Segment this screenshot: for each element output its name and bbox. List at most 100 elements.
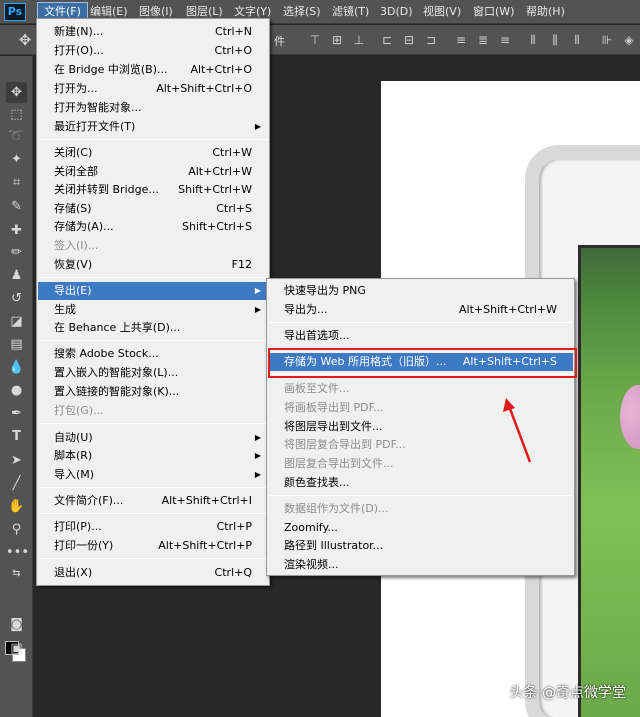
distribute-vcenter-icon[interactable]: ≣ <box>476 33 490 47</box>
menu-separator <box>39 487 268 488</box>
healing-brush-icon[interactable]: ✚ <box>6 220 27 241</box>
gradient-icon[interactable]: ▤ <box>6 334 27 355</box>
tools-panel: ✥ ⬚ ➰ ✦ ⌗ ✎ ✚ ✏ ♟ ↺ ◪ ▤ 💧 ● ✒ T ➤ ╱ ✋ ⚲ … <box>0 56 33 717</box>
eyedropper-icon[interactable]: ✎ <box>6 196 27 217</box>
distribute-top-icon[interactable]: ≡ <box>454 33 468 47</box>
submenu-item-data-sets-as-files[interactable]: 数据组作为文件(D)... <box>268 500 573 518</box>
menu-item-close-go-bridge[interactable]: 关闭并转到 Bridge... Shift+Ctrl+W <box>38 181 268 199</box>
menu-item-place-linked[interactable]: 置入链接的智能对象(K)... <box>38 383 268 401</box>
submenu-item-paths-to-illustrator[interactable]: 路径到 Illustrator... <box>268 537 573 555</box>
more-tools-icon[interactable]: ••• <box>6 542 29 563</box>
distribute-hcenter-icon[interactable]: ⫼ <box>548 33 562 47</box>
menu-item-search-stock[interactable]: 搜索 Adobe Stock... <box>38 345 268 363</box>
pen-tool-icon[interactable]: ✒ <box>6 403 27 424</box>
lasso-tool-icon[interactable]: ➰ <box>6 126 27 147</box>
menu-item-exit[interactable]: 退出(X) Ctrl+Q <box>38 564 268 582</box>
menu-item-scripts[interactable]: 脚本(R) ▶ <box>38 447 268 465</box>
clone-stamp-icon[interactable]: ♟ <box>6 265 27 286</box>
annotation-arrow-icon <box>503 398 532 463</box>
menu-item-new[interactable]: 新建(N)... Ctrl+N <box>38 23 268 41</box>
menu-item-recent-files[interactable]: 最近打开文件(T) ▶ <box>38 118 268 136</box>
auto-align-icon[interactable]: ⊪ <box>600 33 614 47</box>
menu-filter[interactable]: 滤镜(T) <box>326 2 375 22</box>
submenu-arrow-icon: ▶ <box>254 470 261 479</box>
blur-tool-icon[interactable]: 💧 <box>6 357 27 378</box>
watermark-text: 头条 @奇点微学堂 <box>509 685 626 701</box>
menu-3d[interactable]: 3D(D) <box>374 2 419 22</box>
submenu-arrow-icon: ▶ <box>254 122 261 131</box>
submenu-item-export-as[interactable]: 导出为... Alt+Shift+Ctrl+W <box>268 301 573 319</box>
align-hcenter-icon[interactable]: ⊟ <box>402 33 416 47</box>
crop-tool-icon[interactable]: ⌗ <box>6 172 27 193</box>
file-menu-dropdown: 新建(N)... Ctrl+N 打开(O)... Ctrl+O 在 Bridge 中… <box>36 18 270 586</box>
eraser-icon[interactable]: ◪ <box>6 311 27 332</box>
align-top-icon[interactable]: ⊤ <box>308 33 322 47</box>
annotation-highlight-box <box>268 348 577 378</box>
menu-window[interactable]: 窗口(W) <box>467 2 520 22</box>
type-tool-icon[interactable]: T <box>6 426 27 447</box>
menu-item-open[interactable]: 打开(O)... Ctrl+O <box>38 42 268 60</box>
menu-view[interactable]: 视图(V) <box>417 2 467 22</box>
menu-item-save[interactable]: 存储(S) Ctrl+S <box>38 200 268 218</box>
submenu-item-zoomify[interactable]: Zoomify... <box>268 519 573 537</box>
menu-item-package[interactable]: 打包(G)... <box>38 402 268 420</box>
menu-item-export[interactable]: 导出(E) ▶ <box>38 282 268 300</box>
brush-tool-icon[interactable]: ✏ <box>6 242 27 263</box>
history-brush-icon[interactable]: ↺ <box>6 288 27 309</box>
submenu-arrow-icon: ▶ <box>254 433 261 442</box>
options-partial-label: 件 <box>274 35 285 48</box>
menu-item-print[interactable]: 打印(P)... Ctrl+P <box>38 518 268 536</box>
menu-separator <box>269 322 573 323</box>
menu-item-place-embedded[interactable]: 置入嵌入的智能对象(L)... <box>38 364 268 382</box>
menu-item-print-one-copy[interactable]: 打印一份(Y) Alt+Shift+Ctrl+P <box>38 537 268 555</box>
menu-item-save-as[interactable]: 存储为(A)... Shift+Ctrl+S <box>38 218 268 236</box>
screen-mode-icon[interactable]: ▣ <box>6 638 27 659</box>
distribute-left-icon[interactable]: ⫴ <box>526 33 540 47</box>
submenu-item-color-lookup-tables[interactable]: 颜色查找表... <box>268 474 573 492</box>
marquee-tool-icon[interactable]: ⬚ <box>6 104 27 125</box>
hand-tool-icon[interactable]: ✋ <box>6 496 27 517</box>
menu-select[interactable]: 选择(S) <box>277 2 327 22</box>
move-tool-icon[interactable]: ✥ <box>18 33 32 48</box>
menu-item-import[interactable]: 导入(M) ▶ <box>38 466 268 484</box>
submenu-item-render-video[interactable]: 渲染视频... <box>268 556 573 574</box>
menu-separator <box>39 277 268 278</box>
distribute-right-icon[interactable]: ⫴ <box>570 33 584 47</box>
submenu-item-export-preferences[interactable]: 导出首选项... <box>268 327 573 345</box>
submenu-item-quick-export-png[interactable]: 快速导出为 PNG <box>268 282 573 300</box>
move-tool-icon[interactable]: ✥ <box>6 82 27 103</box>
quick-mask-icon[interactable]: ◙ <box>6 614 27 635</box>
menu-item-automate[interactable]: 自动(U) ▶ <box>38 429 268 447</box>
align-left-icon[interactable]: ⊏ <box>380 33 394 47</box>
dodge-tool-icon[interactable]: ● <box>6 380 27 401</box>
menu-item-browse-bridge[interactable]: 在 Bridge 中浏览(B)... Alt+Ctrl+O <box>38 61 268 79</box>
align-right-icon[interactable]: ⊐ <box>424 33 438 47</box>
menu-separator <box>39 513 268 514</box>
menu-help[interactable]: 帮助(H) <box>520 2 571 22</box>
zoom-tool-icon[interactable]: ⚲ <box>6 519 27 540</box>
menu-item-revert[interactable]: 恢复(V) F12 <box>38 256 268 274</box>
submenu-arrow-icon: ▶ <box>254 305 261 314</box>
swap-colors-icon[interactable]: ⇆ <box>6 563 27 584</box>
menu-separator <box>269 495 573 496</box>
menu-item-open-smart-object[interactable]: 打开为智能对象... <box>38 99 268 117</box>
align-vcenter-icon[interactable]: ⊞ <box>330 33 344 47</box>
distribute-bottom-icon[interactable]: ≡ <box>498 33 512 47</box>
magic-wand-icon[interactable]: ✦ <box>6 149 27 170</box>
menu-item-file-info[interactable]: 文件简介(F)... Alt+Shift+Ctrl+I <box>38 492 268 510</box>
3d-mode-icon[interactable]: ◈ <box>622 33 636 47</box>
menu-item-close[interactable]: 关闭(C) Ctrl+W <box>38 144 268 162</box>
menu-item-open-as[interactable]: 打开为... Alt+Shift+Ctrl+O <box>38 80 268 98</box>
path-selection-icon[interactable]: ➤ <box>6 450 27 471</box>
menu-separator <box>39 423 268 424</box>
menu-item-close-all[interactable]: 关闭全部 Alt+Ctrl+W <box>38 163 268 181</box>
photoshop-logo: Ps <box>4 3 26 21</box>
menu-item-generate[interactable]: 生成 ▶ <box>38 301 268 319</box>
align-bottom-icon[interactable]: ⊥ <box>352 33 366 47</box>
menu-separator <box>39 139 268 140</box>
menu-item-share-behance[interactable]: 在 Behance 上共享(D)... <box>38 319 268 337</box>
line-tool-icon[interactable]: ╱ <box>6 473 27 494</box>
submenu-arrow-icon: ▶ <box>254 451 261 460</box>
menu-item-check-in[interactable]: 签入(I)... <box>38 237 268 255</box>
menu-separator <box>39 340 268 341</box>
